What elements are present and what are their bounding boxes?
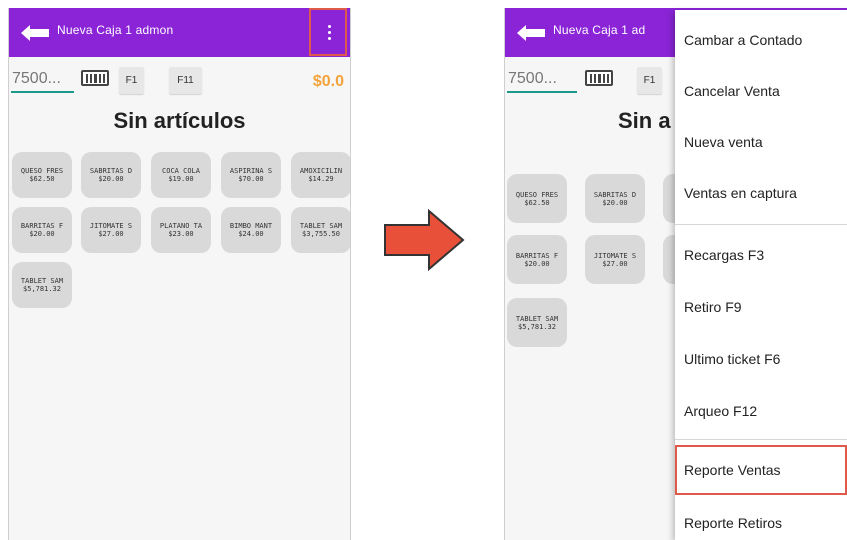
- phone-screen-before: Nueva Caja 1 admon F1 F11 $0.0 Sin artíc…: [8, 8, 351, 540]
- menu-item-arqueo[interactable]: Arqueo F12: [675, 386, 847, 436]
- more-vert-icon: [328, 25, 331, 28]
- app-title: Nueva Caja 1 ad: [553, 23, 646, 37]
- product-price: $27.00: [98, 230, 124, 238]
- product-price: $20.00: [524, 260, 550, 268]
- product-price: $62.50: [524, 199, 550, 207]
- product-tile[interactable]: QUESO FRES $62.50: [507, 174, 567, 223]
- menu-item-retiro[interactable]: Retiro F9: [675, 282, 847, 332]
- sale-total: $0.0: [312, 73, 344, 90]
- product-price: $5,781.32: [23, 285, 61, 293]
- menu-item-ventas-en-captura[interactable]: Ventas en captura: [675, 168, 847, 218]
- product-name: PLATANO TA: [159, 222, 203, 230]
- product-name: JITOMATE S: [89, 222, 133, 230]
- product-name: COCA COLA: [162, 167, 200, 175]
- menu-item-reporte-retiros[interactable]: Reporte Retiros: [675, 498, 847, 540]
- product-name: BIMBO MANT: [229, 222, 273, 230]
- product-tile[interactable]: JITOMATE S $27.00: [585, 235, 645, 284]
- f1-button[interactable]: F1: [637, 67, 662, 94]
- product-price: $3,755.50: [302, 230, 340, 238]
- product-name: AMOXICILIN: [299, 167, 343, 175]
- product-tile[interactable]: TABLET SAM $5,781.32: [12, 262, 72, 308]
- product-tile[interactable]: BIMBO MANT $24.00: [221, 207, 281, 253]
- transition-arrow-icon: [384, 209, 465, 271]
- product-name: QUESO FRES: [20, 167, 64, 175]
- product-tile[interactable]: AMOXICILIN $14.29: [291, 152, 350, 198]
- product-name: TABLET SAM: [515, 315, 559, 323]
- product-search-input[interactable]: [11, 67, 74, 93]
- product-tile[interactable]: BARRITAS F $20.00: [12, 207, 72, 253]
- more-vert-icon-dot: [328, 37, 331, 40]
- f11-button[interactable]: F11: [169, 67, 202, 94]
- menu-divider: [675, 224, 847, 225]
- product-name: ASPIRINA S: [229, 167, 273, 175]
- app-title: Nueva Caja 1 admon: [57, 23, 174, 37]
- product-name: SABRITAS D: [593, 191, 637, 199]
- product-tile[interactable]: BARRITAS F $20.00: [507, 235, 567, 284]
- menu-item-nueva-venta[interactable]: Nueva venta: [675, 117, 847, 167]
- barcode-icon[interactable]: [585, 70, 613, 86]
- menu-item-recargas[interactable]: Recargas F3: [675, 230, 847, 280]
- product-name: SABRITAS D: [89, 167, 133, 175]
- app-bar: Nueva Caja 1 admon: [9, 8, 350, 57]
- barcode-icon[interactable]: [81, 70, 109, 86]
- product-name: BARRITAS F: [20, 222, 64, 230]
- product-tile[interactable]: SABRITAS D $20.00: [585, 174, 645, 223]
- pos-toolbar: F1 F11 $0.0: [9, 63, 350, 99]
- product-tile[interactable]: QUESO FRES $62.50: [12, 152, 72, 198]
- back-arrow-icon[interactable]: [517, 25, 545, 41]
- product-price: $23.00: [168, 230, 194, 238]
- f1-button[interactable]: F1: [119, 67, 144, 94]
- product-price: $27.00: [602, 260, 628, 268]
- product-price: $20.00: [602, 199, 628, 207]
- more-vert-icon-dot: [328, 31, 331, 34]
- product-tile[interactable]: PLATANO TA $23.00: [151, 207, 211, 253]
- product-price: $24.00: [238, 230, 264, 238]
- menu-item-ultimo-ticket[interactable]: Ultimo ticket F6: [675, 334, 847, 384]
- product-tile[interactable]: COCA COLA $19.00: [151, 152, 211, 198]
- back-arrow-icon[interactable]: [21, 25, 49, 41]
- overflow-menu-button[interactable]: [309, 8, 347, 56]
- product-tile[interactable]: ASPIRINA S $70.00: [221, 152, 281, 198]
- product-price: $14.29: [308, 175, 334, 183]
- product-name: TABLET SAM: [299, 222, 343, 230]
- product-price: $70.00: [238, 175, 264, 183]
- product-price: $19.00: [168, 175, 194, 183]
- menu-item-cambar-a-contado[interactable]: Cambar a Contado: [675, 15, 847, 65]
- product-price: $5,781.32: [518, 323, 556, 331]
- menu-divider: [675, 439, 847, 440]
- cart-empty-title: Sin artículos: [113, 108, 246, 133]
- product-price: $20.00: [29, 230, 55, 238]
- cart-empty-title: Sin a: [618, 108, 671, 133]
- product-price: $62.50: [29, 175, 55, 183]
- product-name: BARRITAS F: [515, 252, 559, 260]
- screenshot-canvas: Nueva Caja 1 admon F1 F11 $0.0 Sin artíc…: [0, 0, 847, 540]
- product-name: TABLET SAM: [20, 277, 64, 285]
- product-price: $20.00: [98, 175, 124, 183]
- product-tile[interactable]: SABRITAS D $20.00: [81, 152, 141, 198]
- menu-item-cancelar-venta[interactable]: Cancelar Venta: [675, 66, 847, 116]
- product-tile[interactable]: JITOMATE S $27.00: [81, 207, 141, 253]
- product-name: QUESO FRES: [515, 191, 559, 199]
- product-name: JITOMATE S: [593, 252, 637, 260]
- product-tile[interactable]: TABLET SAM $3,755.50: [291, 207, 350, 253]
- product-tile[interactable]: TABLET SAM $5,781.32: [507, 298, 567, 347]
- menu-item-reporte-ventas[interactable]: Reporte Ventas: [675, 445, 847, 495]
- product-search-input[interactable]: [507, 67, 577, 93]
- overflow-menu: Cambar a Contado Cancelar Venta Nueva ve…: [675, 10, 847, 540]
